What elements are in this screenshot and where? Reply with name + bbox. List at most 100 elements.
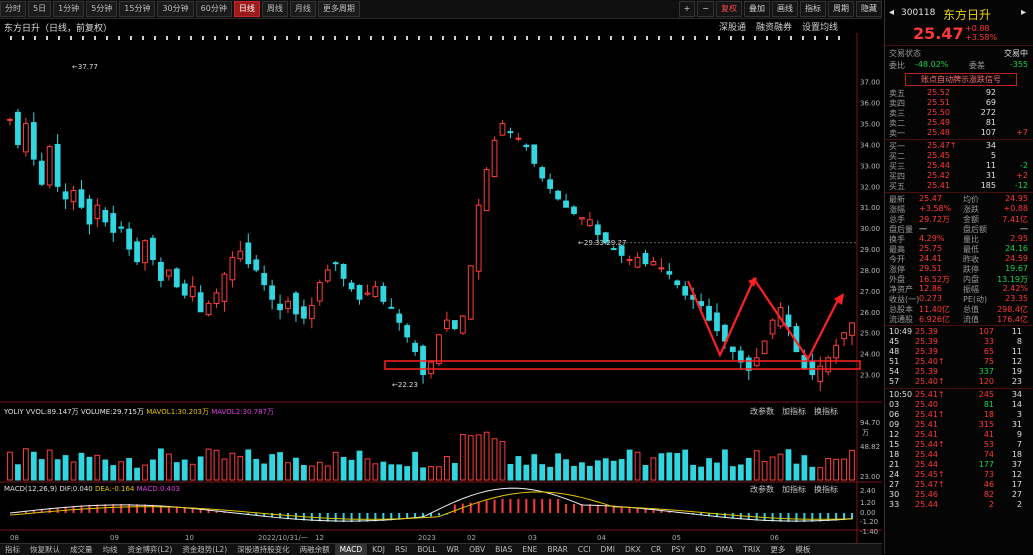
indicator-tab-1[interactable]: 恢复默认 [25,544,65,555]
panel-btn-2[interactable]: 换指标 [814,406,838,417]
period-9[interactable]: 月线 [289,1,316,17]
indicator-tab-26[interactable]: 模板 [790,544,815,555]
volume-bar-53 [428,466,434,481]
indicator-tab-7[interactable]: 两融余额 [295,544,335,555]
volume-bar-16 [134,467,140,481]
indicator-tab-13[interactable]: OBV [464,544,490,555]
price-change-pct: +3.58% [965,33,998,42]
toolbar-btn-4[interactable]: 画线 [772,1,798,17]
toolbar-btn-3[interactable]: 叠加 [744,1,770,17]
chart-link-1[interactable]: 融资融券 [756,20,792,33]
marker-dot [154,36,156,40]
indicator-tab-8[interactable]: MACD [334,544,368,555]
toolbar-btn-0[interactable]: + [678,1,696,17]
indicator-tab-11[interactable]: BOLL [412,544,441,555]
stat-value: +0.88 [1003,204,1028,213]
indicator-tab-5[interactable]: 资金趋势(L2) [177,544,232,555]
bid-change: +2 [1016,171,1028,180]
marker-dot [478,36,480,40]
volume-bar-37 [301,464,307,481]
candle-21 [173,267,180,289]
period-6[interactable]: 60分钟 [195,1,232,17]
indicator-tab-3[interactable]: 均线 [98,544,123,555]
indicator-tab-9[interactable]: KDJ [367,544,390,555]
chart-link-0[interactable]: 深股通 [719,20,746,33]
marker-dot [250,36,252,40]
toolbar-btn-6[interactable]: 周期 [828,1,854,17]
tick-volume: 245 [978,390,994,399]
volume-bar-39 [316,461,323,481]
chart-link-2[interactable]: 设置均线 [802,20,838,33]
indicator-tab-19[interactable]: DKX [620,544,646,555]
marker-dot [454,36,456,40]
period-4[interactable]: 15分钟 [119,1,156,17]
marker-dot [658,36,660,40]
indicator-tab-22[interactable]: KD [690,544,711,555]
price-tick: 28.00 [860,267,880,275]
toolbar-btn-7[interactable]: 隐藏 [856,1,882,17]
volume-bar-26 [213,449,220,481]
tick-volume: 18 [983,410,994,419]
indicator-tab-23[interactable]: DMA [711,544,738,555]
indicator-tab-12[interactable]: WR [441,544,464,555]
tick-price: 25.39 [915,337,938,346]
indicator-tab-15[interactable]: ENE [517,544,542,555]
chart-area[interactable]: 37.00 36.00 35.00 34.00 33.00 32.00 31.00 30.00… [0,33,882,543]
indicator-tab-14[interactable]: BIAS [490,544,517,555]
price-tick: 32.00 [860,183,880,191]
indicator-tab-16[interactable]: BRAR [542,544,572,555]
indicator-tab-21[interactable]: PSY [666,544,690,555]
stat-value: 29.51 [919,264,942,273]
period-0[interactable]: 分时 [0,1,26,17]
indicator-tab-6[interactable]: 深股通持股变化 [232,544,295,555]
period-10[interactable]: 更多周期 [317,1,360,17]
volume-bar-90 [722,449,728,481]
period-8[interactable]: 周线 [261,1,288,17]
indicator-tab-17[interactable]: CCI [573,544,596,555]
signal-button[interactable]: 账点自动牌示涨跌信号 [905,73,1017,86]
panel-btn-1[interactable]: 加指标 [782,484,806,495]
indicator-tab-2[interactable]: 成交量 [65,544,98,555]
volume-bar-40 [324,465,331,481]
marker-dot [550,36,552,40]
period-5[interactable]: 30分钟 [157,1,194,17]
indicator-tab-10[interactable]: RSI [390,544,412,555]
volume-bar-4 [38,459,45,481]
panel-btn-1[interactable]: 加指标 [782,406,806,417]
indicator-tab-20[interactable]: CR [646,544,666,555]
panel-btn-2[interactable]: 换指标 [814,484,838,495]
panel-btn-0[interactable]: 改参数 [750,484,774,495]
date-tick: 02 [467,534,476,542]
marker-dot [826,36,828,40]
panel-btn-0[interactable]: 改参数 [750,406,774,417]
toolbar-btn-5[interactable]: 指标 [800,1,826,17]
volume-bar-105 [841,458,847,481]
volume-bar-36 [293,457,299,481]
back-arrow-icon[interactable]: ◂ [889,7,894,18]
forward-arrow-icon[interactable]: ▸ [1021,7,1026,18]
indicator-tab-4[interactable]: 资金博弈(L2) [123,544,178,555]
toolbar-btn-2[interactable]: 复权 [716,1,742,17]
indicator-tabs: 指标 恢复默认 成交量 均线 资金博弈(L2) 资金趋势(L2) 深股通持股变化 两融余额 MA… [0,543,882,555]
marker-dot [130,36,132,40]
toolbar-right: + − 复权 叠加 画线 指标 周期 隐藏 [677,1,882,17]
price-tick: 23.00 [860,372,880,380]
period-3[interactable]: 5分钟 [86,1,118,17]
indicator-tab-25[interactable]: 更多 [765,544,790,555]
macd-tick: 2.40 [860,487,876,495]
date-tick: 04 [597,534,606,542]
period-7[interactable]: 日线 [233,1,260,17]
toolbar-btn-1[interactable]: − [697,1,714,17]
period-1[interactable]: 5日 [28,1,52,17]
status-label: 交易状态 [889,49,921,58]
volume-bar-8 [70,461,77,481]
indicator-tab-18[interactable]: DMI [596,544,620,555]
volume-bar-32 [261,463,268,481]
ask-volume: 69 [985,98,996,107]
indicator-tab-24[interactable]: TRIX [738,544,765,555]
ask-label: 卖一 [889,129,905,138]
marker-dot [730,36,732,40]
indicator-tab-0[interactable]: 指标 [0,544,25,555]
marker-dot [262,36,264,40]
period-2[interactable]: 1分钟 [53,1,85,17]
